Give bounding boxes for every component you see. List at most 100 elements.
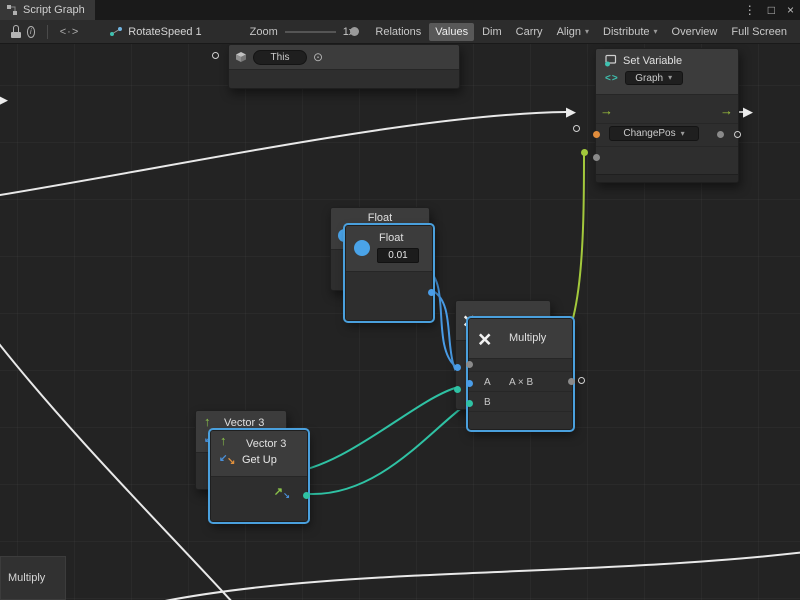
setvariable-edge-port[interactable] [734,131,741,138]
multiply-title: Multiply [509,332,546,344]
this-node-header[interactable]: This ⊙ [229,45,459,70]
lock-icon[interactable] [11,25,18,38]
row-divider [469,411,572,412]
script-graph-icon [6,4,18,16]
target-icon: ⊙ [313,51,323,63]
lock-shackle [13,25,19,32]
wire-white-bottom [150,552,800,600]
dim-button[interactable]: Dim [476,23,508,41]
get-up-mini-icon-2: ↘ [283,492,290,500]
tab-bar: Script Graph ⋮ □ × [0,0,800,20]
input-b-label: B [484,397,491,408]
multiply-ghost-input-a-port[interactable] [454,364,461,371]
variable-scope-label: Graph [635,73,663,84]
this-node-body [229,70,459,88]
lock-body [11,32,21,38]
align-button[interactable]: Align ▾ [551,23,595,41]
node-footer [596,174,738,182]
setvariable-output-port[interactable] [717,131,724,138]
multiply-icon: × [478,328,491,351]
set-variable-title: Set Variable [623,55,682,67]
control-input-port[interactable]: → [600,104,613,117]
get-up-mini-icon: ↗ [274,487,283,498]
variable-kind-icon: <> [605,73,619,84]
float-icon [354,240,370,256]
set-variable-header[interactable]: Set Variable <> Graph ▾ [596,49,738,95]
axis-arrow-orange-icon: ↘ [227,457,235,467]
multiply-node[interactable]: × Multiply A A × B B [468,318,573,430]
tab-script-graph[interactable]: Script Graph [0,0,95,20]
vector3-output-port[interactable] [303,492,310,499]
vector3-node-header[interactable]: ↑ ↙ ↘ Vector 3 Get Up [211,431,307,477]
multiply-ghost-input-b-port[interactable] [454,386,461,393]
zoom-track [285,31,336,33]
code-icon[interactable]: <·> [60,26,80,38]
caret-down-icon: ▾ [585,28,589,36]
tab-label: Script Graph [23,4,85,16]
float-output-port[interactable] [428,289,435,296]
graph-edge-arrow-left: ▶ [0,93,8,106]
multiply-input-b-port[interactable] [466,400,473,407]
graph-icon [109,26,123,38]
up-arrow-icon: ↑ [204,415,211,428]
row-divider [596,123,738,124]
overview-button[interactable]: Overview [666,23,724,41]
set-variable-icon [604,54,617,67]
float-node-header[interactable]: Float [346,226,432,272]
distribute-label: Distribute [603,26,649,38]
toolbar-divider [47,25,48,39]
caret-down-icon: ▾ [668,74,672,82]
multiply-output-port[interactable] [568,378,575,385]
this-node[interactable]: This ⊙ [228,44,460,89]
up-arrow-icon: ↑ [220,434,227,447]
vector3-operation: Get Up [242,454,277,466]
graph-canvas[interactable]: ▶ ▶ ▶ This ⊙ Set Variabl [0,44,800,600]
row-divider [469,391,572,392]
row-divider [596,146,738,147]
window-close-icon[interactable]: × [781,0,800,20]
carry-button[interactable]: Carry [510,23,549,41]
variable-name-label: ChangePos [623,128,675,139]
control-arrow-out-of-setvariable: ▶ [743,105,753,118]
distribute-button[interactable]: Distribute ▾ [597,23,663,41]
tab-bar-spacer [95,0,738,20]
multiply-corner-node[interactable]: Multiply [0,556,66,600]
window-maximize-icon[interactable]: □ [762,0,781,20]
values-button[interactable]: Values [429,23,474,41]
vector3-node[interactable]: ↑ ↙ ↘ Vector 3 Get Up ↗ ↘ [210,430,308,522]
this-dropdown[interactable]: This [253,50,307,65]
this-output-port[interactable] [212,52,219,59]
align-label: Align [557,26,581,38]
graph-toolbar: i <·> RotateSpeed 1 Zoom 1x Relations Va… [0,20,800,44]
unconnected-port-indicator[interactable] [573,125,580,132]
wire-vector3-to-multiply-b [310,403,468,494]
corner-node-title: Multiply [8,572,45,584]
variable-scope-dropdown[interactable]: Graph ▾ [625,71,683,85]
fullscreen-button[interactable]: Full Screen [725,23,793,41]
multiply-input-a-port[interactable] [466,380,473,387]
graph-reference[interactable]: RotateSpeed 1 [109,26,201,38]
window-menu-icon[interactable]: ⋮ [738,0,762,20]
wire-vector3-ghost [287,388,455,473]
set-variable-node[interactable]: Set Variable <> Graph ▾ → → ChangePos ▾ [595,48,739,183]
relations-button[interactable]: Relations [369,23,427,41]
this-label: This [271,52,290,63]
multiply-output-edge-port[interactable] [578,377,585,384]
float-title: Float [379,232,403,244]
float-node[interactable]: Float [345,225,433,321]
control-arrow-into-setvariable: ▶ [566,105,576,118]
float-value-input[interactable] [377,248,419,263]
multiply-spare-port[interactable] [466,361,473,368]
variable-name-dropdown[interactable]: ChangePos ▾ [609,126,699,141]
multiply-node-header[interactable]: × Multiply [469,319,572,359]
caret-down-icon: ▾ [654,28,658,36]
control-output-port[interactable]: → [720,104,733,117]
graph-name: RotateSpeed 1 [128,26,201,38]
variable-name-port[interactable] [593,131,600,138]
input-a-label: A [484,377,491,388]
zoom-handle[interactable] [350,27,359,36]
info-icon[interactable]: i [27,26,36,38]
vector3-title: Vector 3 [246,438,286,450]
zoom-slider[interactable] [285,26,336,38]
value-input-port[interactable] [593,154,600,161]
